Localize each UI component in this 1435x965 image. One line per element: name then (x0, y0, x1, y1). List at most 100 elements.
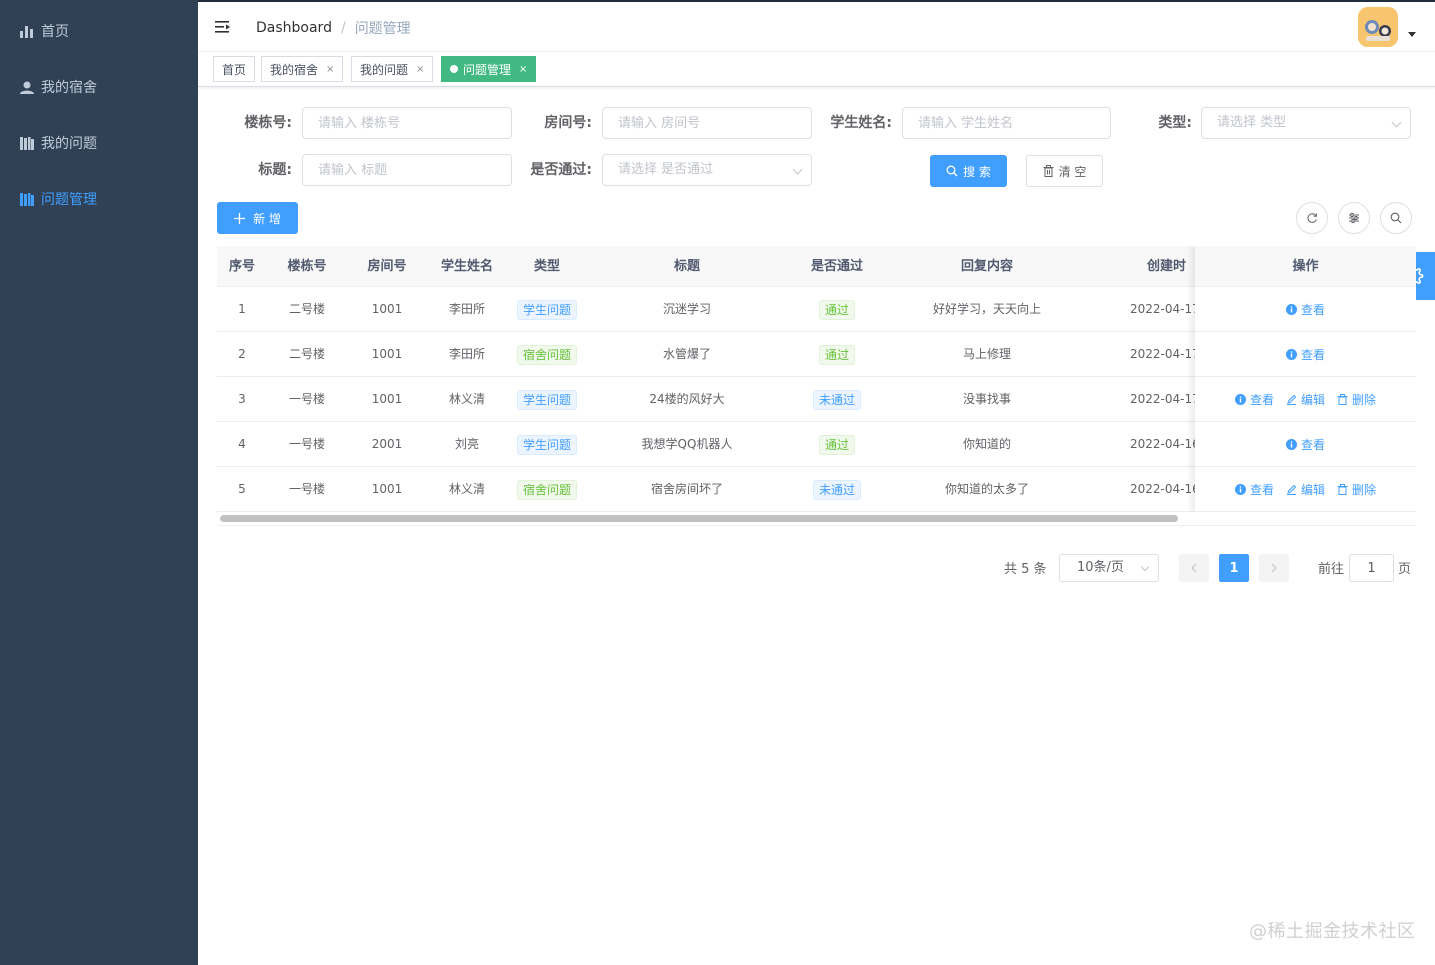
columns-button[interactable] (1338, 202, 1370, 234)
student-name-label: 学生姓名: (830, 115, 892, 131)
type-label: 类型: (1158, 115, 1192, 131)
cell-type: 学生问题 (507, 422, 587, 466)
page-number-button[interactable]: 1 (1219, 554, 1249, 582)
edit-button[interactable]: 编辑 (1286, 481, 1325, 498)
room-input[interactable] (602, 107, 812, 139)
add-button[interactable]: 新 增 (217, 202, 298, 234)
building-label: 楼栋号: (244, 115, 292, 131)
caret-down-icon[interactable] (1408, 32, 1416, 37)
view-button[interactable]: 查看 (1234, 481, 1274, 498)
hamburger-icon[interactable] (214, 18, 232, 36)
toggle-search-button[interactable] (1380, 202, 1412, 234)
cell-reply: 没事找事 (962, 392, 1011, 406)
view-button[interactable]: 查看 (1285, 301, 1325, 318)
cell-reply: 你知道的 (962, 437, 1011, 451)
cell-student: 林义清 (448, 482, 485, 496)
tag-label: 我的问题 (360, 62, 409, 77)
breadcrumb-separator: / (340, 20, 346, 36)
cell-type: 宿舍问题 (507, 467, 587, 511)
refresh-button[interactable] (1296, 202, 1328, 234)
plus-icon (234, 212, 246, 224)
horizontal-scrollbar[interactable] (217, 512, 1416, 526)
info-icon (1234, 393, 1246, 405)
next-page-button[interactable] (1259, 554, 1289, 582)
sidebar-item-home[interactable]: 首页 (0, 3, 198, 59)
clear-button-label: 清 空 (1058, 164, 1087, 179)
active-dot-icon (450, 65, 458, 73)
delete-label: 删除 (1352, 482, 1377, 497)
goto-page-input[interactable] (1349, 554, 1394, 582)
tag-issue-management[interactable]: 问题管理 × (441, 56, 537, 82)
cell-no: 2 (238, 347, 246, 361)
column-header: 回复内容 (960, 259, 1013, 274)
breadcrumb-dashboard[interactable]: Dashboard (256, 20, 332, 36)
type-select[interactable]: 请选择 类型 (1201, 107, 1411, 139)
cell-no: 5 (238, 482, 246, 496)
sidebar-item-my-dorm[interactable]: 我的宿舍 (0, 59, 198, 115)
room-label: 房间号: (544, 115, 592, 131)
student-name-input[interactable] (902, 107, 1111, 139)
sidebar-item-my-issues[interactable]: 我的问题 (0, 115, 198, 171)
chevron-left-icon (1191, 563, 1197, 573)
sliders-icon (1349, 213, 1359, 223)
operations-row: 查看 (1195, 422, 1416, 467)
tag-my-issues[interactable]: 我的问题 × (351, 56, 434, 82)
sidebar-item-label: 我的问题 (41, 136, 97, 152)
tag-label: 我的宿舍 (270, 62, 319, 77)
title-input[interactable] (302, 154, 512, 186)
sidebar-item-issue-management[interactable]: 问题管理 (0, 171, 198, 227)
close-icon[interactable]: × (416, 64, 424, 75)
chevron-down-icon (1140, 562, 1150, 572)
close-icon[interactable]: × (326, 64, 334, 75)
search-icon (946, 165, 958, 177)
tag-label: 问题管理 (463, 62, 512, 77)
tag-my-dorm[interactable]: 我的宿舍 × (261, 56, 344, 82)
cell-no: 4 (238, 437, 246, 451)
cell-building: 二号楼 (288, 302, 325, 316)
edit-button[interactable]: 编辑 (1286, 391, 1325, 408)
operations-row: 查看 编辑 删除 (1195, 467, 1416, 512)
edit-icon (1286, 484, 1297, 495)
tag-home[interactable]: 首页 (213, 56, 256, 82)
building-input[interactable] (302, 107, 512, 139)
cell-type: 学生问题 (507, 377, 587, 421)
column-header: 标题 (673, 259, 700, 274)
navbar: Dashboard / 问题管理 (198, 0, 1435, 52)
prev-page-button[interactable] (1179, 554, 1209, 582)
view-button[interactable]: 查看 (1285, 346, 1325, 363)
avatar[interactable] (1358, 7, 1398, 47)
view-button[interactable]: 查看 (1234, 391, 1274, 408)
cell-room: 1001 (371, 392, 403, 406)
delete-label: 删除 (1352, 392, 1377, 407)
cell-no: 1 (238, 302, 246, 316)
goto-label: 前往 (1318, 562, 1345, 577)
cell-building: 一号楼 (288, 392, 325, 406)
breadcrumb: Dashboard / 问题管理 (256, 18, 411, 38)
refresh-icon (1307, 213, 1317, 223)
passed-select[interactable]: 请选择 是否通过 (602, 154, 812, 186)
view-button[interactable]: 查看 (1285, 436, 1325, 453)
clear-button[interactable]: 清 空 (1026, 155, 1103, 187)
cell-room: 1001 (371, 347, 403, 361)
search-button[interactable]: 搜 索 (930, 155, 1007, 187)
cell-room: 1001 (371, 302, 403, 316)
scrollbar-thumb[interactable] (220, 515, 1178, 522)
books-icon (20, 192, 34, 206)
passed-label: 是否通过: (530, 162, 592, 178)
cell-reply: 马上修理 (962, 347, 1011, 361)
column-header: 楼栋号 (287, 259, 327, 274)
cell-building: 二号楼 (288, 347, 325, 361)
user-icon (20, 80, 34, 94)
page-size-select[interactable]: 10条/页 (1059, 554, 1159, 582)
column-header: 序号 (228, 259, 255, 274)
delete-button[interactable]: 删除 (1337, 481, 1376, 498)
edit-label: 编辑 (1300, 482, 1325, 497)
cell-room: 2001 (371, 437, 403, 451)
status-badge: 通过 (818, 344, 855, 365)
trash-icon (1337, 393, 1348, 405)
cell-passed: 通过 (787, 332, 887, 376)
title-label: 标题: (258, 162, 292, 178)
delete-button[interactable]: 删除 (1337, 391, 1376, 408)
close-icon[interactable]: × (519, 64, 527, 75)
tag-label: 首页 (222, 62, 247, 77)
